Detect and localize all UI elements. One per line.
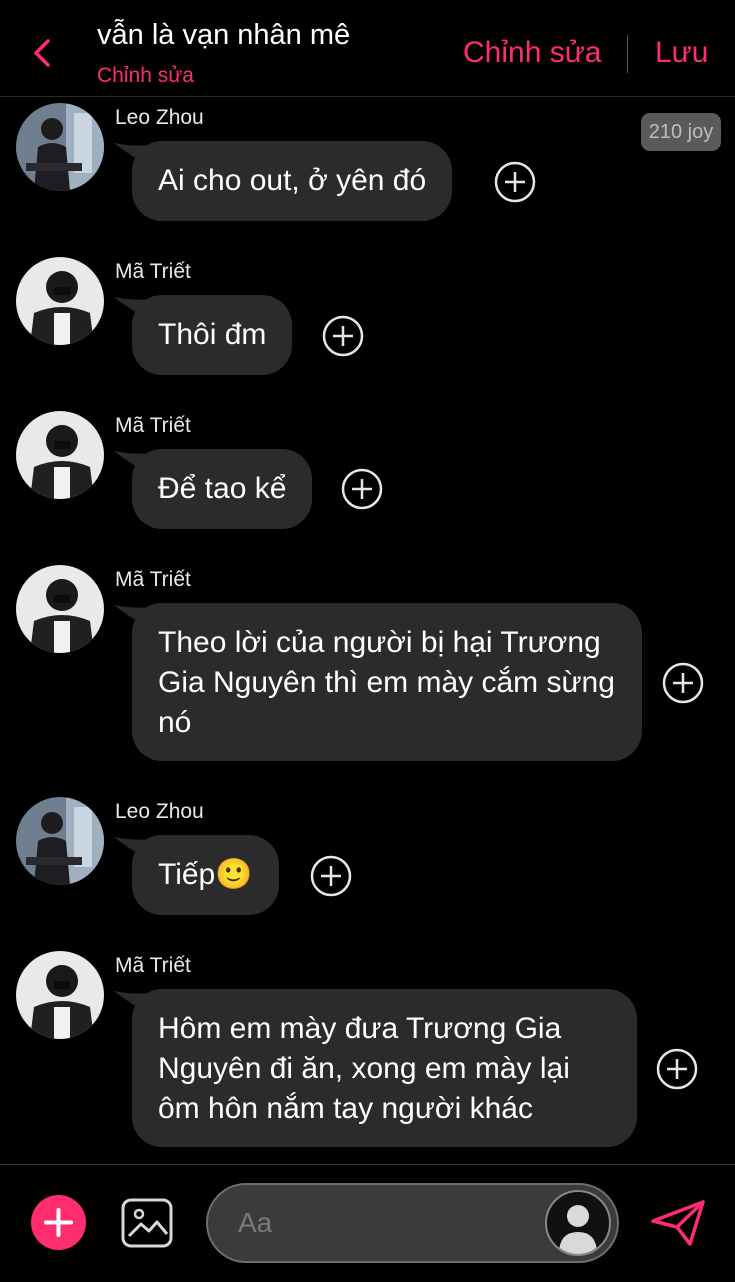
image-icon[interactable] (121, 1198, 173, 1248)
add-reaction-icon[interactable] (656, 1048, 698, 1090)
sender-name: Leo Zhou (115, 800, 204, 823)
avatar-ma-triet[interactable] (16, 257, 104, 345)
sender-name: Mã Triết (115, 954, 191, 977)
chat-subtitle-edit[interactable]: Chỉnh sửa (97, 64, 194, 88)
add-reaction-icon[interactable] (341, 468, 383, 510)
character-avatar-icon[interactable] (545, 1190, 611, 1256)
save-button[interactable]: Lưu (655, 36, 708, 70)
add-button[interactable] (31, 1195, 86, 1250)
edit-button[interactable]: Chỉnh sửa (463, 36, 602, 70)
message-bubble[interactable]: Để tao kể (132, 449, 313, 529)
add-reaction-icon[interactable] (310, 855, 352, 897)
send-icon[interactable] (650, 1199, 706, 1247)
avatar-leo-zhou[interactable] (16, 797, 104, 885)
chat-header: vẫn là vạn nhân mê Chỉnh sửa Chỉnh sửa L… (0, 0, 735, 97)
message-bubble[interactable]: Hôm em mày đưa Trương Gia Nguyên đi ăn, … (132, 989, 637, 1147)
avatar-ma-triet[interactable] (16, 565, 104, 653)
sender-name: Mã Triết (115, 260, 191, 283)
chevron-left-icon[interactable] (26, 36, 60, 70)
joy-badge: 210 joy (641, 113, 721, 151)
add-reaction-icon[interactable] (662, 662, 704, 704)
sender-name: Mã Triết (115, 568, 191, 591)
message-bubble[interactable]: Theo lời của người bị hại Trương Gia Ngu… (132, 603, 642, 761)
message-input[interactable]: Aa (206, 1183, 619, 1263)
avatar-ma-triet[interactable] (16, 411, 104, 499)
message-bubble[interactable]: Tiếp🙂 (132, 835, 279, 915)
avatar-leo-zhou[interactable] (16, 103, 104, 191)
avatar-ma-triet[interactable] (16, 951, 104, 1039)
sender-name: Leo Zhou (115, 106, 204, 129)
header-divider (627, 35, 628, 73)
add-reaction-icon[interactable] (494, 161, 536, 203)
message-bubble[interactable]: Thôi đm (132, 295, 293, 375)
add-reaction-icon[interactable] (322, 315, 364, 357)
sender-name: Mã Triết (115, 414, 191, 437)
chat-title[interactable]: vẫn là vạn nhân mê (97, 19, 350, 52)
message-input-placeholder: Aa (238, 1207, 273, 1238)
plus-icon (44, 1208, 73, 1237)
message-bubble[interactable]: Ai cho out, ở yên đó (132, 141, 453, 221)
